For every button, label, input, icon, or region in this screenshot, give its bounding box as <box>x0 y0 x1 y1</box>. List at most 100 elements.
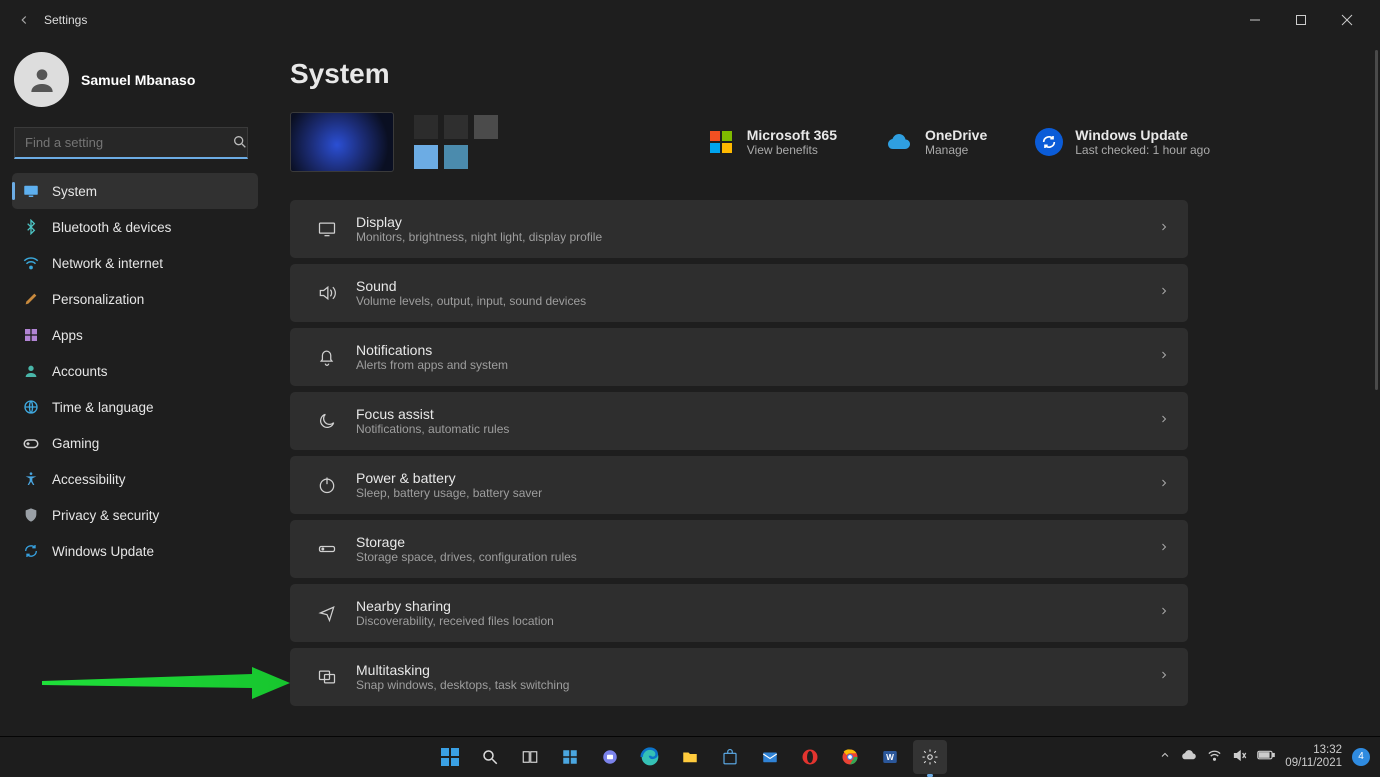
storage-icon <box>308 539 346 559</box>
sidebar: Samuel Mbanaso System Bluetooth & device… <box>0 40 270 736</box>
setting-subtitle: Notifications, automatic rules <box>356 422 1158 436</box>
chevron-right-icon <box>1158 348 1170 366</box>
person-icon <box>22 362 40 380</box>
chevron-right-icon <box>1158 540 1170 558</box>
shield-icon <box>22 506 40 524</box>
onedrive-icon <box>885 128 913 156</box>
monitor-icon <box>22 182 40 200</box>
taskbar-center: W <box>433 740 947 774</box>
close-button[interactable] <box>1324 5 1370 35</box>
taskbar-chrome[interactable] <box>833 740 867 774</box>
minimize-button[interactable] <box>1232 5 1278 35</box>
status-title: Microsoft 365 <box>747 127 837 143</box>
status-microsoft365[interactable]: Microsoft 365 View benefits <box>707 127 837 157</box>
setting-subtitle: Snap windows, desktops, task switching <box>356 678 1158 692</box>
setting-item-nearby-sharing[interactable]: Nearby sharingDiscoverability, received … <box>290 584 1188 642</box>
chevron-right-icon <box>1158 220 1170 238</box>
sidebar-item-label: Apps <box>52 328 83 343</box>
tray-chevron-icon[interactable] <box>1159 749 1171 764</box>
setting-title: Display <box>356 214 1158 230</box>
setting-title: Storage <box>356 534 1158 550</box>
sidebar-item-apps[interactable]: Apps <box>12 317 258 353</box>
tray-wifi-icon[interactable] <box>1207 748 1222 766</box>
status-title: OneDrive <box>925 127 987 143</box>
settings-list: DisplayMonitors, brightness, night light… <box>290 200 1380 706</box>
tray-time: 13:32 <box>1285 744 1342 757</box>
desktop-preview[interactable] <box>290 112 394 172</box>
user-block[interactable]: Samuel Mbanaso <box>12 48 258 125</box>
taskbar-opera[interactable] <box>793 740 827 774</box>
taskbar-settings[interactable] <box>913 740 947 774</box>
chevron-right-icon <box>1158 668 1170 686</box>
tray-notifications[interactable]: 4 <box>1352 748 1370 766</box>
chevron-right-icon <box>1158 412 1170 430</box>
sidebar-item-label: Gaming <box>52 436 99 451</box>
taskbar-widgets[interactable] <box>553 740 587 774</box>
tray-battery-icon[interactable] <box>1257 749 1275 764</box>
taskbar-mail[interactable] <box>753 740 787 774</box>
bell-icon <box>308 347 346 367</box>
taskbar-word[interactable]: W <box>873 740 907 774</box>
taskbar-explorer[interactable] <box>673 740 707 774</box>
sidebar-item-personalization[interactable]: Personalization <box>12 281 258 317</box>
scrollbar[interactable] <box>1375 50 1378 390</box>
setting-title: Notifications <box>356 342 1158 358</box>
sidebar-item-network[interactable]: Network & internet <box>12 245 258 281</box>
sidebar-item-label: System <box>52 184 97 199</box>
taskbar-chat[interactable] <box>593 740 627 774</box>
setting-title: Focus assist <box>356 406 1158 422</box>
tray-date: 09/11/2021 <box>1285 757 1342 770</box>
maximize-button[interactable] <box>1278 5 1324 35</box>
nav: System Bluetooth & devices Network & int… <box>12 173 258 569</box>
sidebar-item-label: Windows Update <box>52 544 154 559</box>
sidebar-item-accessibility[interactable]: Accessibility <box>12 461 258 497</box>
tray-clock[interactable]: 13:32 09/11/2021 <box>1285 744 1342 770</box>
status-onedrive[interactable]: OneDrive Manage <box>885 127 987 157</box>
search-icon <box>232 134 248 155</box>
search-box[interactable] <box>14 127 256 159</box>
status-subtitle: Last checked: 1 hour ago <box>1075 143 1210 157</box>
taskbar-store[interactable] <box>713 740 747 774</box>
power-icon <box>308 475 346 495</box>
sidebar-item-time-language[interactable]: Time & language <box>12 389 258 425</box>
multitasking-icon <box>308 667 346 687</box>
setting-subtitle: Alerts from apps and system <box>356 358 1158 372</box>
setting-item-power[interactable]: Power & batterySleep, battery usage, bat… <box>290 456 1188 514</box>
taskbar-search[interactable] <box>473 740 507 774</box>
display-icon <box>308 219 346 239</box>
windows-update-icon <box>1035 128 1063 156</box>
setting-item-notifications[interactable]: NotificationsAlerts from apps and system <box>290 328 1188 386</box>
taskbar-edge[interactable] <box>633 740 667 774</box>
sidebar-item-privacy[interactable]: Privacy & security <box>12 497 258 533</box>
tray-onedrive-icon[interactable] <box>1181 749 1197 764</box>
sidebar-item-system[interactable]: System <box>12 173 258 209</box>
sidebar-item-label: Accessibility <box>52 472 126 487</box>
moon-icon <box>308 411 346 431</box>
sidebar-item-gaming[interactable]: Gaming <box>12 425 258 461</box>
start-button[interactable] <box>433 740 467 774</box>
setting-item-display[interactable]: DisplayMonitors, brightness, night light… <box>290 200 1188 258</box>
back-button[interactable] <box>10 6 38 34</box>
chevron-right-icon <box>1158 476 1170 494</box>
sidebar-item-bluetooth[interactable]: Bluetooth & devices <box>12 209 258 245</box>
setting-item-storage[interactable]: StorageStorage space, drives, configurat… <box>290 520 1188 578</box>
setting-item-sound[interactable]: SoundVolume levels, output, input, sound… <box>290 264 1188 322</box>
status-windows-update[interactable]: Windows Update Last checked: 1 hour ago <box>1035 127 1210 157</box>
taskbar: W 13:32 09/11/2021 4 <box>0 736 1380 776</box>
search-input[interactable] <box>14 127 248 159</box>
chevron-right-icon <box>1158 284 1170 302</box>
taskbar-taskview[interactable] <box>513 740 547 774</box>
status-title: Windows Update <box>1075 127 1210 143</box>
sidebar-item-accounts[interactable]: Accounts <box>12 353 258 389</box>
sidebar-item-label: Privacy & security <box>52 508 159 523</box>
setting-item-focus-assist[interactable]: Focus assistNotifications, automatic rul… <box>290 392 1188 450</box>
tray-volume-icon[interactable] <box>1232 748 1247 766</box>
setting-item-multitasking[interactable]: MultitaskingSnap windows, desktops, task… <box>290 648 1188 706</box>
top-cards: Microsoft 365 View benefits OneDrive Man… <box>290 112 1380 172</box>
globe-icon <box>22 398 40 416</box>
bluetooth-icon <box>22 218 40 236</box>
gamepad-icon <box>22 434 40 452</box>
theme-swatches[interactable] <box>414 115 498 169</box>
setting-subtitle: Sleep, battery usage, battery saver <box>356 486 1158 500</box>
sidebar-item-windows-update[interactable]: Windows Update <box>12 533 258 569</box>
